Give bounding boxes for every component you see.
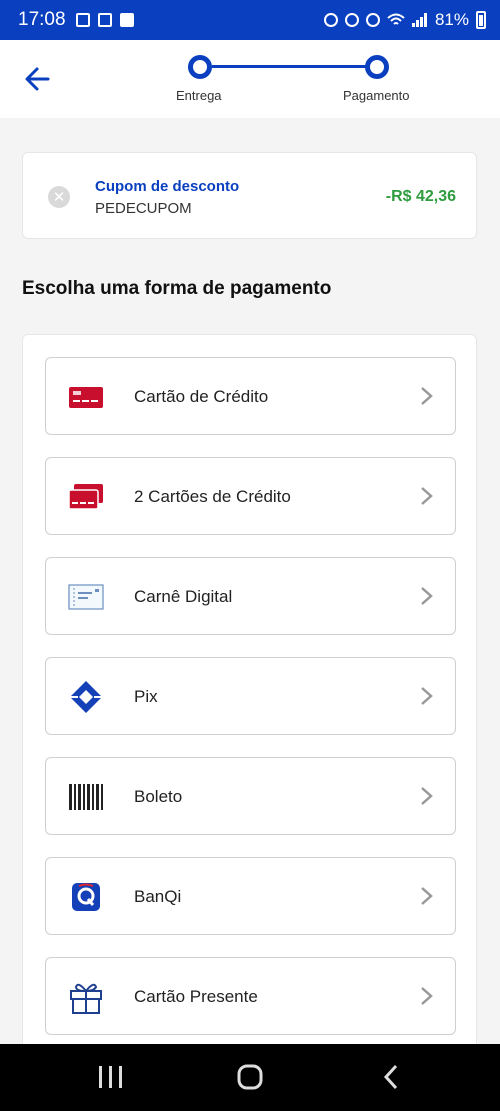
mute-icon	[365, 13, 380, 27]
payment-option-banqi[interactable]: BanQi	[45, 857, 456, 935]
recent-apps-button[interactable]	[98, 1062, 124, 1097]
stepper-line	[212, 65, 366, 68]
payment-option-label: 2 Cartões de Crédito	[134, 487, 291, 506]
step-entrega-dot[interactable]	[188, 55, 212, 79]
system-navigation-bar	[0, 1044, 500, 1111]
status-bar: 17:08 81%	[0, 0, 500, 40]
coupon-title: Cupom de desconto	[95, 178, 240, 195]
credit-card-icon	[66, 377, 106, 417]
coupon-code: PEDECUPOM	[95, 200, 192, 217]
coupon-discount: -R$ 42,36	[385, 188, 456, 205]
payment-option-label: Carnê Digital	[134, 587, 233, 606]
payment-option-pix[interactable]: Pix	[45, 657, 456, 735]
payment-option-two-cards[interactable]: 2 Cartões de Crédito	[45, 457, 456, 535]
coupon-card: ✕ Cupom de desconto PEDECUPOM -R$ 42,36	[22, 152, 477, 239]
payment-option-credit-card[interactable]: Cartão de Crédito	[45, 357, 456, 435]
back-nav-button[interactable]	[380, 1062, 402, 1097]
pix-icon	[66, 677, 106, 717]
payment-option-gift-card[interactable]: Cartão Presente	[45, 957, 456, 1035]
check-notification-icon	[119, 13, 134, 27]
payment-option-boleto[interactable]: Boleto	[45, 757, 456, 835]
back-chevron-icon	[383, 1064, 398, 1090]
close-icon: ✕	[52, 189, 66, 206]
home-button[interactable]	[236, 1062, 264, 1097]
app-notification-icon	[97, 13, 112, 27]
recent-apps-icon	[99, 1066, 122, 1088]
payment-methods-panel: Cartão de Crédito 2 Cartões de Crédito C…	[22, 334, 477, 1054]
home-icon	[237, 1064, 263, 1090]
remove-coupon-button[interactable]: ✕	[48, 186, 70, 208]
signal-icon	[411, 13, 427, 27]
step-entrega-label: Entrega	[176, 88, 222, 103]
two-cards-icon	[66, 477, 106, 517]
wifi-icon	[387, 13, 405, 25]
section-title: Escolha uma forma de pagamento	[22, 278, 332, 299]
chevron-right-icon	[421, 987, 433, 1005]
payment-option-label: Boleto	[134, 787, 183, 806]
carne-digital-icon	[66, 577, 106, 617]
gallery-notification-icon	[75, 13, 90, 27]
chevron-right-icon	[421, 887, 433, 905]
payment-option-carne-digital[interactable]: Carnê Digital	[45, 557, 456, 635]
step-pagamento-label: Pagamento	[343, 88, 410, 103]
payment-option-label: Cartão de Crédito	[134, 387, 269, 406]
payment-option-label: BanQi	[134, 887, 182, 906]
banqi-icon	[66, 877, 106, 917]
battery-percent: 81%	[434, 10, 469, 29]
payment-option-label: Pix	[134, 687, 158, 706]
vpn-icon	[323, 13, 338, 27]
chevron-right-icon	[421, 387, 433, 405]
chevron-right-icon	[421, 587, 433, 605]
payment-option-label: Cartão Presente	[134, 987, 258, 1006]
barcode-icon	[66, 777, 106, 817]
alarm-icon	[344, 13, 359, 27]
back-button[interactable]	[22, 62, 56, 96]
battery-icon	[476, 11, 486, 29]
gift-icon	[66, 977, 106, 1017]
chevron-right-icon	[421, 487, 433, 505]
step-pagamento-dot	[365, 55, 389, 79]
status-time: 17:08	[18, 9, 66, 30]
back-arrow-icon	[25, 67, 50, 91]
checkout-header: Entrega Pagamento	[0, 40, 500, 118]
chevron-right-icon	[421, 787, 433, 805]
chevron-right-icon	[421, 687, 433, 705]
